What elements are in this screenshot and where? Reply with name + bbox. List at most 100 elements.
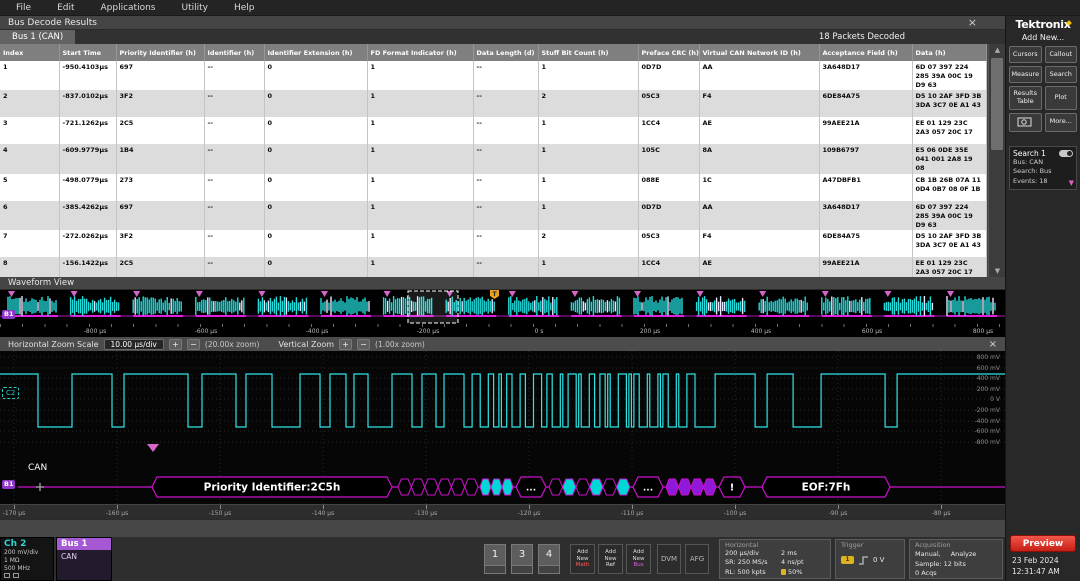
date-label: 23 Feb 2024 bbox=[1012, 556, 1059, 565]
vertical-zoom-out-button[interactable]: − bbox=[357, 338, 371, 350]
table-row[interactable]: 8 -156.1422µs 2C5 -- 0 1 -- 1 1CC4 AE 99AEE21A EE 0… bbox=[0, 256, 987, 277]
overview-bus1-badge[interactable]: B1 bbox=[2, 310, 16, 319]
results-title-bar: Bus Decode Results × bbox=[0, 16, 1005, 30]
sample-interval: 4 ns/pt bbox=[781, 558, 804, 567]
scroll-up-icon[interactable]: ▲ bbox=[989, 44, 1005, 56]
waveform-view-panel: Waveform View T B1 -800 µs -600 µs -400 µs… bbox=[0, 277, 1005, 537]
table-row[interactable]: 6 -385.4262µs 697 -- 0 1 -- 1 0D7D AA 3A648D17 6D 0… bbox=[0, 200, 987, 230]
zoom-out-button[interactable]: − bbox=[186, 338, 200, 350]
menu-file[interactable]: File bbox=[16, 3, 31, 13]
more-button[interactable]: More... bbox=[1044, 112, 1077, 132]
table-row[interactable]: 2 -837.0102µs 3F2 -- 0 1 -- 2 05C3 F4 6DE84A75 D5 1… bbox=[0, 90, 987, 118]
scrollbar-thumb[interactable] bbox=[991, 58, 1003, 150]
search-1-panel[interactable]: Search 1 Bus: CAN Search: Bus Events: 18… bbox=[1009, 145, 1077, 190]
dvm-button[interactable]: DVM bbox=[657, 544, 681, 574]
bus-1-name: Bus 1 bbox=[57, 538, 111, 550]
column-header[interactable]: Identifier (h) bbox=[204, 44, 265, 61]
column-header[interactable]: Index bbox=[0, 44, 60, 61]
channel-3-button[interactable]: 3 bbox=[511, 544, 533, 574]
column-header[interactable]: Priority Identifier (h) bbox=[116, 44, 205, 61]
overview-time-label: 0 s bbox=[534, 328, 544, 335]
overview-waveform-graphic: T bbox=[0, 290, 1005, 324]
channel-2-scale: 200 mV/div bbox=[4, 549, 39, 556]
channel-1-button[interactable]: 1 bbox=[484, 544, 506, 574]
time-label: -160 µs bbox=[105, 510, 129, 517]
search-events-line: Events: 18 bbox=[1013, 177, 1048, 186]
column-header[interactable]: Identifier Extension (h) bbox=[264, 44, 368, 61]
column-header[interactable]: Preface CRC (h) bbox=[638, 44, 700, 61]
time-label: -140 µs bbox=[311, 510, 335, 517]
menu-edit[interactable]: Edit bbox=[57, 3, 74, 13]
table-scrollbar[interactable]: ▲ ▼ bbox=[988, 44, 1005, 277]
search-type-line: Search: Bus bbox=[1013, 167, 1052, 176]
zoom-in-button[interactable]: + bbox=[168, 338, 182, 350]
svg-text:...: ... bbox=[643, 484, 653, 494]
zoom-display-icon bbox=[1017, 117, 1032, 127]
voltage-label: 400 mV bbox=[976, 375, 1000, 382]
search-bus-line: Bus: CAN bbox=[1013, 157, 1044, 166]
zoom-scale-value[interactable]: 10.00 µs/div bbox=[103, 338, 164, 350]
plot-button[interactable]: Plot bbox=[1044, 86, 1077, 110]
bus-can-label: CAN bbox=[28, 463, 48, 473]
table-row[interactable]: 3 -721.1262µs 2C5 -- 0 1 -- 1 1CC4 AE 99AEE21A EE 0… bbox=[0, 117, 987, 145]
bandwidth-icon bbox=[13, 573, 19, 579]
channel-2-waveform-badge[interactable]: C2 bbox=[2, 387, 20, 399]
waveform-overview[interactable]: T B1 -800 µs -600 µs -400 µs -200 µs 0 s 200 … bbox=[0, 290, 1005, 337]
zoom-display-button[interactable] bbox=[1009, 112, 1042, 132]
column-header[interactable]: Data (h) bbox=[912, 44, 987, 61]
menu-help[interactable]: Help bbox=[234, 3, 255, 13]
record-length: RL: 500 kpts bbox=[725, 567, 766, 576]
table-row[interactable]: 4 -609.9779µs 1B4 -- 0 1 -- 1 105C 8A 109B6797 E5 0… bbox=[0, 144, 987, 174]
afg-button[interactable]: AFG bbox=[685, 544, 709, 574]
preview-button[interactable]: Preview bbox=[1010, 535, 1076, 552]
callout-button[interactable]: Callout bbox=[1044, 46, 1077, 63]
datetime: 23 Feb 2024 12:31:47 AM bbox=[1010, 556, 1076, 577]
cursors-button[interactable]: Cursors bbox=[1009, 46, 1042, 63]
horizontal-panel[interactable]: Horizontal 200 µs/div 2 ms SR: 250 MS/s … bbox=[719, 539, 831, 579]
bus1-waveform-badge[interactable]: B1 bbox=[2, 480, 16, 489]
column-header[interactable]: Stuff Bit Count (h) bbox=[538, 44, 639, 61]
add-new-ref-button[interactable]: Add New Ref bbox=[598, 544, 623, 574]
sidebar-buttons: Cursors Callout Measure Search Results T… bbox=[1006, 42, 1080, 136]
zoomed-waveform-area[interactable]: Priority Identifier:2C5h......! EOF:7Fh C… bbox=[0, 351, 1005, 504]
search-button[interactable]: Search bbox=[1044, 66, 1077, 83]
column-header[interactable]: FD Format Indicator (h) bbox=[367, 44, 474, 61]
horizontal-window: 2 ms bbox=[781, 549, 797, 557]
overview-time-label: -400 µs bbox=[305, 328, 329, 335]
acquisition-panel[interactable]: Acquisition Manual, Analyze Sample: 12 b… bbox=[909, 539, 1003, 579]
svg-text:...: ... bbox=[526, 484, 536, 494]
menu-utility[interactable]: Utility bbox=[181, 3, 207, 13]
add-new-bus-button[interactable]: Add New Bus bbox=[626, 544, 651, 574]
close-results-icon[interactable]: × bbox=[968, 17, 977, 28]
column-header[interactable]: Virtual CAN Network ID (h) bbox=[699, 44, 820, 61]
bus-1-badge[interactable]: Bus 1 CAN bbox=[56, 537, 112, 581]
scroll-down-icon[interactable]: ▼ bbox=[989, 265, 1005, 277]
time-label: -110 µs bbox=[620, 510, 644, 517]
measure-button[interactable]: Measure bbox=[1009, 66, 1042, 83]
search-1-title: Search 1 bbox=[1013, 148, 1046, 158]
column-header[interactable]: Acceptance Field (h) bbox=[819, 44, 913, 61]
overview-time-label: 200 µs bbox=[639, 328, 661, 335]
table-row[interactable]: 7 -272.0262µs 3F2 -- 0 1 -- 2 05C3 F4 6DE84A75 D5 1… bbox=[0, 229, 987, 257]
voltage-label: -800 mV bbox=[974, 439, 1000, 446]
channel-2-bandwidth: 500 MHz bbox=[4, 564, 31, 572]
table-row[interactable]: 5 -498.0779µs 273 -- 0 1 -- 1 088E 1C A47DBFB1 CB 1… bbox=[0, 173, 987, 201]
column-header[interactable]: Start Time bbox=[59, 44, 117, 61]
horizontal-scale: 200 µs/div bbox=[725, 549, 759, 557]
search-toggle-badge[interactable] bbox=[1059, 149, 1073, 157]
channel-2-badge[interactable]: Ch 2 200 mV/div 1 MΩ 500 MHz bbox=[0, 537, 54, 581]
channel-enable-buttons: 134 bbox=[484, 544, 560, 574]
voltage-label: 800 mV bbox=[976, 354, 1000, 361]
channel-4-button[interactable]: 4 bbox=[538, 544, 560, 574]
add-new-math-button[interactable]: Add New Math bbox=[570, 544, 595, 574]
tab-bus1-can[interactable]: Bus 1 (CAN) bbox=[0, 30, 76, 44]
column-header[interactable]: Data Length (d) bbox=[473, 44, 539, 61]
time-label: -90 µs bbox=[828, 510, 848, 517]
results-table-button[interactable]: Results Table bbox=[1009, 86, 1042, 110]
table-row[interactable]: 1 -950.4103µs 697 -- 0 1 -- 1 0D7D AA 3A648D17 6D 0… bbox=[0, 61, 987, 91]
rising-edge-icon bbox=[859, 556, 868, 565]
trigger-panel[interactable]: Trigger 1 0 V bbox=[835, 539, 905, 579]
vertical-zoom-in-button[interactable]: + bbox=[339, 338, 353, 350]
close-zoom-icon[interactable]: × bbox=[989, 339, 997, 350]
menu-applications[interactable]: Applications bbox=[101, 3, 156, 13]
